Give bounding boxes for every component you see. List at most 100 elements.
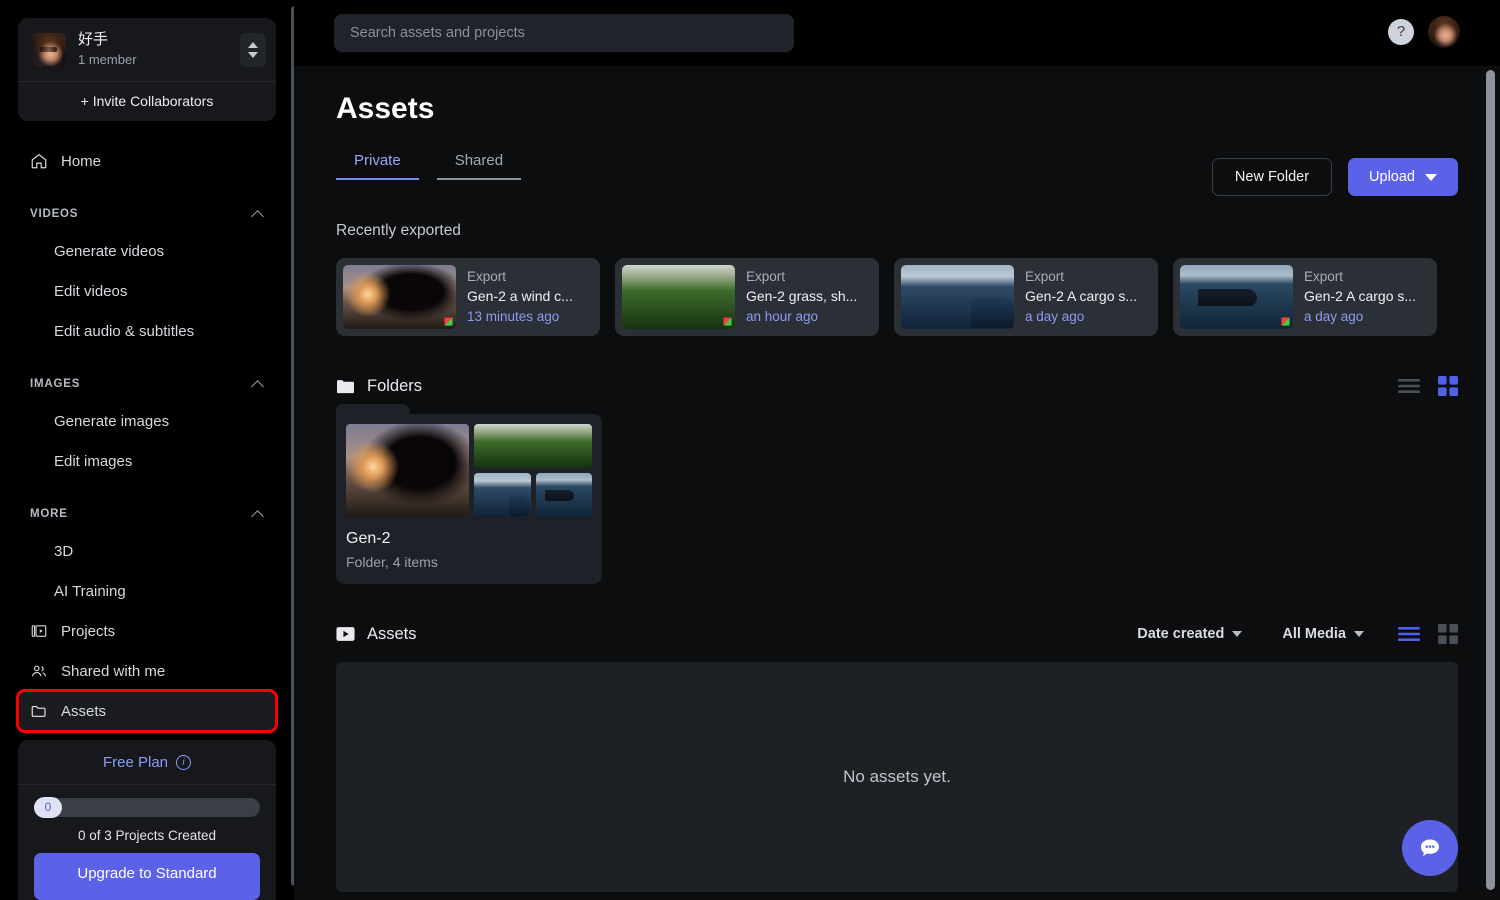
sidebar-section-more[interactable]: MORE	[18, 501, 276, 527]
main-scrollbar[interactable]	[1486, 70, 1495, 890]
sidebar-item-label: Home	[61, 152, 102, 170]
recently-exported-list: Export Gen-2 a wind c... 13 minutes ago …	[336, 258, 1458, 336]
sidebar-item-label: Edit videos	[54, 282, 128, 300]
sidebar-item-assets[interactable]: Assets	[16, 689, 278, 733]
sidebar-item-3d[interactable]: 3D	[18, 531, 276, 571]
sort-by-dropdown[interactable]: Date created	[1137, 626, 1243, 642]
info-icon[interactable]: i	[176, 755, 192, 770]
export-meta: Export Gen-2 a wind c... 13 minutes ago	[467, 268, 593, 326]
folder-card[interactable]: Gen-2 Folder, 4 items	[336, 404, 602, 584]
sidebar: 好手 1 member + Invite Collaborators Home …	[0, 0, 294, 900]
export-card[interactable]: Export Gen-2 A cargo s... a day ago	[894, 258, 1158, 336]
sidebar-section-videos[interactable]: VIDEOS	[18, 201, 276, 227]
app-root: 好手 1 member + Invite Collaborators Home …	[0, 0, 1500, 900]
gen-badge-icon	[723, 317, 732, 326]
folder-preview-thumb	[535, 473, 592, 517]
export-time: a day ago	[1025, 309, 1085, 324]
grass-thumb	[622, 265, 735, 329]
chevron-up-icon	[252, 508, 264, 520]
upload-button[interactable]: Upload	[1348, 158, 1458, 196]
folder-preview-thumb	[474, 473, 531, 517]
chevron-up-icon	[252, 208, 264, 220]
folder-name: Gen-2	[346, 530, 391, 547]
export-kind: Export	[1304, 269, 1344, 284]
plan-title-row[interactable]: Free Plan i	[18, 740, 276, 785]
export-kind: Export	[467, 269, 507, 284]
assets-header: Assets Date created All Media	[336, 624, 1458, 644]
page-title: Assets	[336, 92, 435, 125]
tab-shared[interactable]: Shared	[436, 148, 522, 180]
media-filter-value: All Media	[1282, 626, 1346, 642]
up-down-arrows-icon[interactable]	[240, 32, 266, 67]
folder-preview-thumb	[346, 424, 469, 517]
grid-view-icon[interactable]	[1438, 624, 1458, 644]
cargo-ship-sun-thumb	[901, 265, 1014, 329]
sidebar-section-label: MORE	[30, 508, 68, 520]
folder-subtitle: Folder, 4 items	[346, 554, 438, 570]
chat-support-button[interactable]	[1402, 820, 1458, 876]
plan-body: 0 0 of 3 Projects Created Upgrade to Sta…	[18, 785, 276, 900]
plan-name: Free Plan	[102, 754, 169, 771]
sidebar-item-label: Edit audio & subtitles	[54, 322, 195, 340]
grid-view-icon[interactable]	[1438, 376, 1458, 396]
team-card: 好手 1 member + Invite Collaborators	[18, 18, 276, 121]
invite-collaborators-button[interactable]: + Invite Collaborators	[18, 81, 276, 121]
list-view-icon[interactable]	[1398, 378, 1420, 394]
question-mark-icon[interactable]: ?	[1388, 19, 1414, 45]
team-member-count: 1 member	[78, 52, 137, 67]
tab-private[interactable]: Private	[336, 148, 419, 180]
export-time: a day ago	[1304, 309, 1364, 324]
gen-badge-icon	[444, 317, 453, 326]
sidebar-section-images[interactable]: IMAGES	[18, 371, 276, 397]
assets-controls: Date created All Media	[1137, 624, 1458, 644]
folder-tab-shape	[336, 404, 410, 416]
sidebar-section-label: VIDEOS	[30, 208, 79, 220]
folder-preview-row	[474, 473, 592, 517]
sidebar-item-projects[interactable]: Projects	[18, 611, 276, 651]
video-icon	[336, 627, 355, 641]
sidebar-item-shared-with-me[interactable]: Shared with me	[18, 651, 276, 691]
topbar-right: ?	[1388, 16, 1460, 48]
list-view-icon[interactable]	[1398, 626, 1420, 642]
sidebar-item-edit-audio-subtitles[interactable]: Edit audio & subtitles	[18, 311, 276, 351]
team-avatar	[32, 32, 66, 67]
media-filter-dropdown[interactable]: All Media	[1282, 626, 1364, 642]
sidebar-item-ai-training[interactable]: AI Training	[18, 571, 276, 611]
upgrade-to-standard-button[interactable]: Upgrade to Standard	[34, 853, 260, 900]
projects-icon	[31, 625, 47, 637]
sidebar-item-generate-videos[interactable]: Generate videos	[18, 231, 276, 271]
sidebar-item-label: AI Training	[54, 582, 126, 600]
team-switcher[interactable]: 好手 1 member	[18, 18, 276, 81]
sidebar-item-label: Generate videos	[54, 242, 165, 260]
sidebar-item-edit-images[interactable]: Edit images	[18, 441, 276, 481]
chevron-down-icon	[1232, 631, 1243, 637]
export-name: Gen-2 A cargo s...	[1025, 288, 1138, 304]
main-area: ? Assets Private Shared New Folder Uploa…	[294, 0, 1500, 900]
search-input[interactable]	[334, 14, 794, 52]
sidebar-nav: Home VIDEOS Generate videos Edit videos …	[0, 141, 294, 733]
plan-panel: Free Plan i 0 0 of 3 Projects Created Up…	[18, 740, 276, 900]
gen-badge-icon	[1281, 317, 1290, 326]
content-area: Assets Private Shared New Folder Upload …	[294, 66, 1500, 900]
sidebar-item-generate-images[interactable]: Generate images	[18, 401, 276, 441]
export-card[interactable]: Export Gen-2 a wind c... 13 minutes ago	[336, 258, 600, 336]
sidebar-item-edit-videos[interactable]: Edit videos	[18, 271, 276, 311]
sidebar-item-label: Edit images	[54, 452, 133, 470]
upload-label: Upload	[1369, 169, 1415, 185]
export-card[interactable]: Export Gen-2 A cargo s... a day ago	[1173, 258, 1437, 336]
empty-state-text: No assets yet.	[843, 767, 951, 786]
export-name: Gen-2 grass, sh...	[746, 288, 858, 304]
export-card[interactable]: Export Gen-2 grass, sh... an hour ago	[615, 258, 879, 336]
chat-bubble-icon	[1421, 839, 1439, 857]
chevron-down-icon	[1425, 173, 1437, 181]
folder-icon	[337, 379, 354, 393]
team-meta: 好手 1 member	[78, 30, 228, 69]
people-icon	[32, 665, 46, 677]
export-time: 13 minutes ago	[467, 309, 560, 324]
user-avatar[interactable]	[1428, 16, 1460, 48]
export-meta: Export Gen-2 A cargo s... a day ago	[1304, 268, 1430, 326]
folder-icon	[31, 705, 46, 717]
new-folder-button[interactable]: New Folder	[1211, 158, 1333, 196]
sidebar-item-home[interactable]: Home	[18, 141, 276, 181]
team-name: 好手	[78, 31, 109, 48]
